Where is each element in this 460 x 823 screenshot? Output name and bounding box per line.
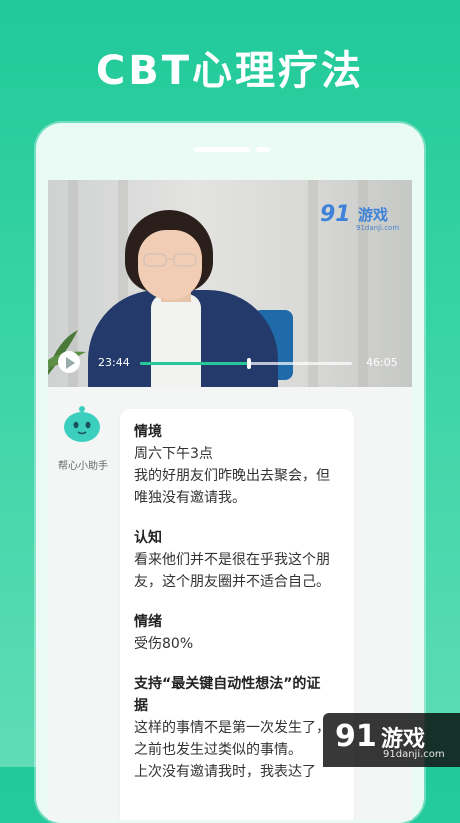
progress-fill <box>140 362 250 365</box>
page-headline: CBT心理疗法 <box>95 48 365 94</box>
message-content: 情境 周六下午3点 我的好朋友们昨晚出去聚会，但 唯独没有邀请我。 认知 看来他… <box>134 421 348 783</box>
cognition-text: 友，这个朋友圈并不适合自己。 <box>134 574 330 590</box>
speaker-bar <box>194 147 250 152</box>
current-time: 23:44 <box>98 356 130 369</box>
situation-text: 唯独没有邀请我。 <box>134 490 246 506</box>
support-text: 这样的事情不是第一次发生了， <box>134 720 330 736</box>
situation-text: 周六下午3点 <box>134 446 213 462</box>
play-icon <box>66 357 75 369</box>
site-watermark-logo: 91 <box>335 719 377 754</box>
glasses-icon <box>143 253 197 267</box>
video-controls: 23:44 46:05 <box>48 348 412 378</box>
emotion-title: 情绪 <box>134 614 162 630</box>
progress-track[interactable] <box>140 358 352 369</box>
speaker-dot <box>256 147 270 152</box>
watermark-url: 91danji.com <box>356 224 400 232</box>
assistant-avatar-icon <box>64 406 100 442</box>
situation-title: 情境 <box>134 424 162 440</box>
site-watermark-url: 91danji.com <box>383 749 445 760</box>
support-title: 据 <box>134 698 148 714</box>
total-time: 46:05 <box>366 356 398 369</box>
support-title: 支持“最关键自动性想法”的证 <box>134 676 321 692</box>
watermark-text: 游戏 <box>358 206 389 224</box>
situation-text: 我的好朋友们昨晚出去聚会，但 <box>134 468 330 484</box>
emotion-text: 受伤80% <box>134 636 194 652</box>
assistant-name: 帮心小助手 <box>58 461 108 472</box>
cognition-text: 看来他们并不是很在乎我这个朋 <box>134 552 330 568</box>
support-text: 之前也发生过类似的事情。 <box>134 742 302 758</box>
support-text: 上次没有邀请我时，我表达了 <box>134 764 316 780</box>
phone-speaker <box>36 147 424 157</box>
video-player[interactable]: 91 游戏 91danji.com 23:44 46:05 <box>48 180 412 387</box>
message-bubble: 情境 周六下午3点 我的好朋友们昨晚出去聚会，但 唯独没有邀请我。 认知 看来他… <box>120 409 354 820</box>
video-watermark: 91 游戏 91danji.com <box>320 202 412 236</box>
cognition-title: 认知 <box>134 530 162 546</box>
site-watermark: 91 游戏 91danji.com <box>323 713 460 767</box>
watermark-logo: 91 <box>320 202 351 227</box>
progress-knob[interactable] <box>247 358 252 369</box>
